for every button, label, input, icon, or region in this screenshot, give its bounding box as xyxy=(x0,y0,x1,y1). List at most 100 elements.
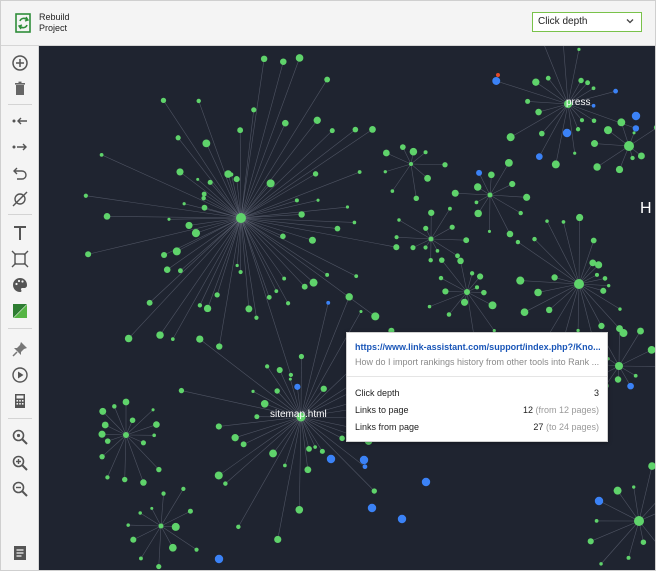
graph-node[interactable] xyxy=(577,47,581,51)
graph-node[interactable] xyxy=(487,192,493,198)
graph-node[interactable] xyxy=(326,300,331,305)
graph-node[interactable] xyxy=(214,471,223,480)
graph-node[interactable] xyxy=(637,152,645,160)
graph-node[interactable] xyxy=(504,158,513,167)
rebuild-project-button[interactable]: Rebuild Project xyxy=(15,9,70,37)
graph-node[interactable] xyxy=(509,180,516,188)
graph-node[interactable] xyxy=(423,150,428,155)
graph-node[interactable] xyxy=(339,435,345,442)
graph-node[interactable] xyxy=(428,236,434,242)
graph-node[interactable] xyxy=(474,209,482,218)
pin-button[interactable] xyxy=(10,339,30,359)
graph-node[interactable] xyxy=(545,306,553,314)
graph-node[interactable] xyxy=(523,193,531,201)
graph-node[interactable] xyxy=(626,555,631,560)
graph-node[interactable] xyxy=(428,209,435,216)
graph-node[interactable] xyxy=(352,220,357,225)
graph-node[interactable] xyxy=(594,272,600,277)
graph-node[interactable] xyxy=(421,477,431,487)
graph-node[interactable] xyxy=(201,191,207,197)
graph-node[interactable] xyxy=(251,389,255,393)
graph-node[interactable] xyxy=(409,147,418,156)
graph-node[interactable] xyxy=(83,193,88,198)
graph-node[interactable] xyxy=(98,430,106,438)
graph-node[interactable] xyxy=(170,337,175,341)
graph-node[interactable] xyxy=(647,345,655,354)
graph-node[interactable] xyxy=(266,294,272,300)
graph-node[interactable] xyxy=(632,125,640,132)
graph-node[interactable] xyxy=(614,376,622,383)
graph-node[interactable] xyxy=(308,236,316,244)
hide-node-button[interactable] xyxy=(10,189,30,209)
graph-node[interactable] xyxy=(457,257,464,265)
graph-node[interactable] xyxy=(301,283,308,290)
graph-node[interactable] xyxy=(194,547,199,552)
graph-node[interactable] xyxy=(575,127,581,132)
graph-node[interactable] xyxy=(460,298,469,306)
graph-node[interactable] xyxy=(442,162,448,168)
graph-node[interactable] xyxy=(590,237,597,244)
color-mode-button[interactable] xyxy=(10,301,30,321)
graph-node[interactable] xyxy=(545,219,549,223)
graph-node[interactable] xyxy=(313,116,321,124)
graph-node[interactable] xyxy=(435,249,440,253)
zoom-search-button[interactable] xyxy=(10,427,30,447)
graph-node[interactable] xyxy=(245,305,253,313)
graph-node[interactable] xyxy=(624,141,634,151)
graph-node[interactable] xyxy=(274,535,282,543)
graph-node[interactable] xyxy=(591,140,598,148)
graph-node[interactable] xyxy=(627,382,634,390)
graph-node[interactable] xyxy=(606,283,611,288)
graph-node[interactable] xyxy=(448,206,452,211)
graph-node[interactable] xyxy=(334,225,341,232)
graph-node[interactable] xyxy=(451,189,459,197)
graph-node[interactable] xyxy=(153,421,160,428)
graph-node[interactable] xyxy=(146,299,153,306)
graph-node[interactable] xyxy=(254,414,260,420)
graph-node[interactable] xyxy=(201,204,208,211)
graph-node[interactable] xyxy=(122,476,128,483)
graph-node[interactable] xyxy=(294,198,299,203)
graph-node[interactable] xyxy=(616,325,623,333)
graph-node[interactable] xyxy=(525,98,531,104)
graph-node[interactable] xyxy=(520,308,529,317)
graph-node[interactable] xyxy=(130,536,137,543)
expand-button[interactable] xyxy=(10,137,30,157)
graph-node[interactable] xyxy=(161,491,166,496)
graph-node[interactable] xyxy=(487,229,492,233)
graph-node[interactable] xyxy=(359,309,363,314)
graph-node[interactable] xyxy=(151,408,155,412)
graph-node[interactable] xyxy=(187,508,193,514)
graph-node[interactable] xyxy=(352,126,359,133)
zoom-in-button[interactable] xyxy=(10,453,30,473)
graph-node[interactable] xyxy=(390,189,395,193)
graph-node[interactable] xyxy=(637,327,644,335)
graph-node[interactable] xyxy=(535,108,542,116)
graph-node[interactable] xyxy=(506,230,514,238)
graph-node[interactable] xyxy=(599,562,603,566)
graph-node[interactable] xyxy=(516,276,525,285)
graph-node[interactable] xyxy=(591,86,596,91)
graph-node[interactable] xyxy=(576,213,584,222)
graph-node[interactable] xyxy=(345,293,353,301)
graph-node[interactable] xyxy=(423,225,429,231)
graph-node[interactable] xyxy=(481,289,487,296)
graph-node[interactable] xyxy=(282,276,287,281)
graph-node[interactable] xyxy=(229,172,234,177)
graph-node[interactable] xyxy=(295,505,304,514)
graph-node[interactable] xyxy=(177,268,183,274)
graph-node[interactable] xyxy=(215,423,222,430)
graph-node[interactable] xyxy=(357,170,362,174)
graph-node[interactable] xyxy=(163,266,171,273)
graph-node[interactable] xyxy=(316,198,320,202)
add-node-button[interactable] xyxy=(10,53,30,73)
graph-node[interactable] xyxy=(156,563,162,570)
graph-node[interactable] xyxy=(214,292,220,298)
graph-node[interactable] xyxy=(424,174,431,182)
graph-node[interactable] xyxy=(455,253,460,259)
graph-node[interactable] xyxy=(393,244,400,251)
graph-node[interactable] xyxy=(640,539,647,545)
graph-node[interactable] xyxy=(274,289,279,294)
graph-node[interactable] xyxy=(594,519,599,523)
graph-node[interactable] xyxy=(103,213,111,220)
